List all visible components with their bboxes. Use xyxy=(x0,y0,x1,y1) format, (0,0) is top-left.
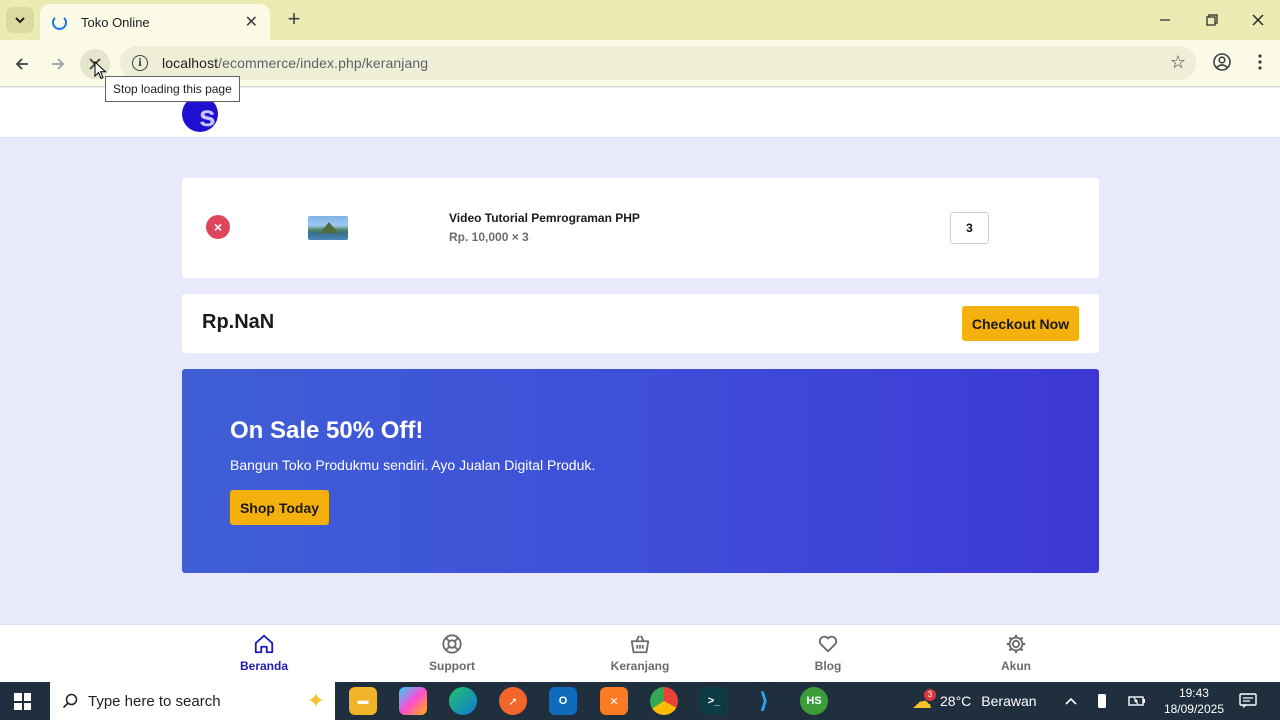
restore-button[interactable] xyxy=(1192,6,1232,34)
product-thumbnail xyxy=(308,216,348,240)
heart-icon xyxy=(818,635,838,653)
forward-button[interactable] xyxy=(43,49,73,79)
search-icon xyxy=(62,693,78,709)
home-icon xyxy=(254,634,274,654)
show-hidden-icons-button[interactable] xyxy=(1064,682,1078,720)
chevron-down-icon xyxy=(15,17,25,24)
banner-title: On Sale 50% Off! xyxy=(230,417,424,444)
copilot-sparkle-icon[interactable]: ✦ xyxy=(307,688,325,714)
taskbar-search-box[interactable]: Type here to search ✦ xyxy=(50,682,335,720)
clock-date: 18/09/2025 xyxy=(1163,702,1224,716)
nav-item-blog[interactable]: Blog xyxy=(783,633,873,673)
cart-total: Rp.NaN xyxy=(202,311,275,333)
weather-desc: Berawan xyxy=(981,693,1037,709)
close-icon xyxy=(1252,14,1264,26)
loading-spinner-icon xyxy=(52,14,67,30)
quantity-input[interactable]: 3 xyxy=(950,212,989,244)
tab-close-icon[interactable]: ✕ xyxy=(245,12,258,32)
lifebuoy-icon xyxy=(442,634,462,654)
stop-loading-tooltip: Stop loading this page xyxy=(105,76,240,102)
windows-taskbar: Type here to search ✦ ▬ ➚ O ✕ >_ ⟩ HS ☁ 3… xyxy=(0,682,1280,720)
browser-tab[interactable]: Toko Online ✕ xyxy=(40,4,270,40)
banner-subtitle: Bangun Toko Produkmu sendiri. Ayo Jualan… xyxy=(230,457,596,473)
nav-label: Keranjang xyxy=(610,659,670,673)
back-button[interactable] xyxy=(7,49,37,79)
basket-icon xyxy=(630,635,650,654)
vscode-icon[interactable]: ⟩ xyxy=(750,687,778,715)
terminal-icon[interactable]: >_ xyxy=(700,687,728,715)
file-explorer-icon[interactable]: ▬ xyxy=(349,687,377,715)
close-window-button[interactable] xyxy=(1238,6,1278,34)
info-icon[interactable]: i xyxy=(132,55,148,71)
cart-item-card: × Video Tutorial Pemrograman PHP Rp. 10,… xyxy=(182,178,1099,278)
tab-title: Toko Online xyxy=(81,14,150,30)
weather-badge: 3 xyxy=(924,688,936,701)
system-clock[interactable]: 19:43 18/09/2025 xyxy=(1164,685,1224,717)
arrow-left-icon xyxy=(15,58,28,70)
heidisql-icon[interactable]: HS xyxy=(800,687,828,715)
product-price: Rp. 10,000 × 3 xyxy=(449,230,529,244)
battery-icon[interactable] xyxy=(1128,682,1146,720)
nav-label: Akun xyxy=(1001,659,1031,673)
bookmark-star-icon[interactable]: ☆ xyxy=(1170,52,1186,73)
weather-temp: 28°C xyxy=(940,693,972,709)
mouse-cursor-icon xyxy=(94,61,107,80)
cart-total-card: Rp.NaN Checkout Now xyxy=(182,294,1099,353)
remove-item-button[interactable]: × xyxy=(206,215,230,239)
nav-label: Beranda xyxy=(239,659,289,673)
checkout-button[interactable]: Checkout Now xyxy=(962,306,1079,341)
url-text[interactable]: localhost/ecommerce/index.php/keranjang xyxy=(162,55,428,71)
notification-center-icon[interactable] xyxy=(1239,682,1257,720)
minimize-icon xyxy=(1160,19,1170,21)
nav-item-support[interactable]: Support xyxy=(407,633,497,673)
logo-letter: s xyxy=(199,100,216,132)
shop-today-button[interactable]: Shop Today xyxy=(230,490,329,525)
tab-search-button[interactable] xyxy=(6,7,34,33)
windows-start-icon[interactable] xyxy=(14,693,31,710)
clock-time: 19:43 xyxy=(1178,686,1209,700)
nav-item-keranjang[interactable]: Keranjang xyxy=(595,633,685,673)
postman-icon[interactable]: ➚ xyxy=(499,687,527,715)
weather-widget[interactable]: ☁ 3 28°C Berawan xyxy=(912,682,1037,720)
product-name: Video Tutorial Pemrograman PHP xyxy=(449,211,640,225)
gear-icon xyxy=(1006,634,1026,654)
restore-icon xyxy=(1206,14,1218,26)
more-menu-icon[interactable] xyxy=(1250,52,1270,77)
nav-item-beranda[interactable]: Beranda xyxy=(219,633,309,673)
bottom-navigation: Beranda Support Keranjang Blog Akun xyxy=(0,624,1280,682)
xampp-icon[interactable]: ✕ xyxy=(600,687,628,715)
url-host: localhost xyxy=(162,55,219,71)
profile-icon[interactable] xyxy=(1212,52,1232,77)
search-placeholder: Type here to search xyxy=(88,692,221,710)
weather-cloud-icon: ☁ 3 xyxy=(912,688,936,714)
nav-item-akun[interactable]: Akun xyxy=(971,633,1061,673)
chrome-icon[interactable] xyxy=(650,687,678,715)
outlook-icon[interactable]: O xyxy=(549,687,577,715)
minimize-button[interactable] xyxy=(1145,6,1185,34)
arrow-right-icon xyxy=(52,58,65,70)
nav-label: Support xyxy=(429,659,475,673)
new-tab-button[interactable]: + xyxy=(282,6,306,32)
edge-browser-icon[interactable] xyxy=(449,687,477,715)
chevron-up-icon xyxy=(1065,697,1077,705)
promo-banner: On Sale 50% Off! Bangun Toko Produkmu se… xyxy=(182,369,1099,573)
phone-link-icon[interactable] xyxy=(1097,682,1107,720)
browser-tab-bar: Toko Online ✕ + xyxy=(0,0,1280,40)
address-bar[interactable]: i localhost/ecommerce/index.php/keranjan… xyxy=(120,46,1196,80)
nav-label: Blog xyxy=(814,659,842,673)
copilot-app-icon[interactable] xyxy=(399,687,427,715)
url-path: /ecommerce/index.php/keranjang xyxy=(218,55,429,71)
